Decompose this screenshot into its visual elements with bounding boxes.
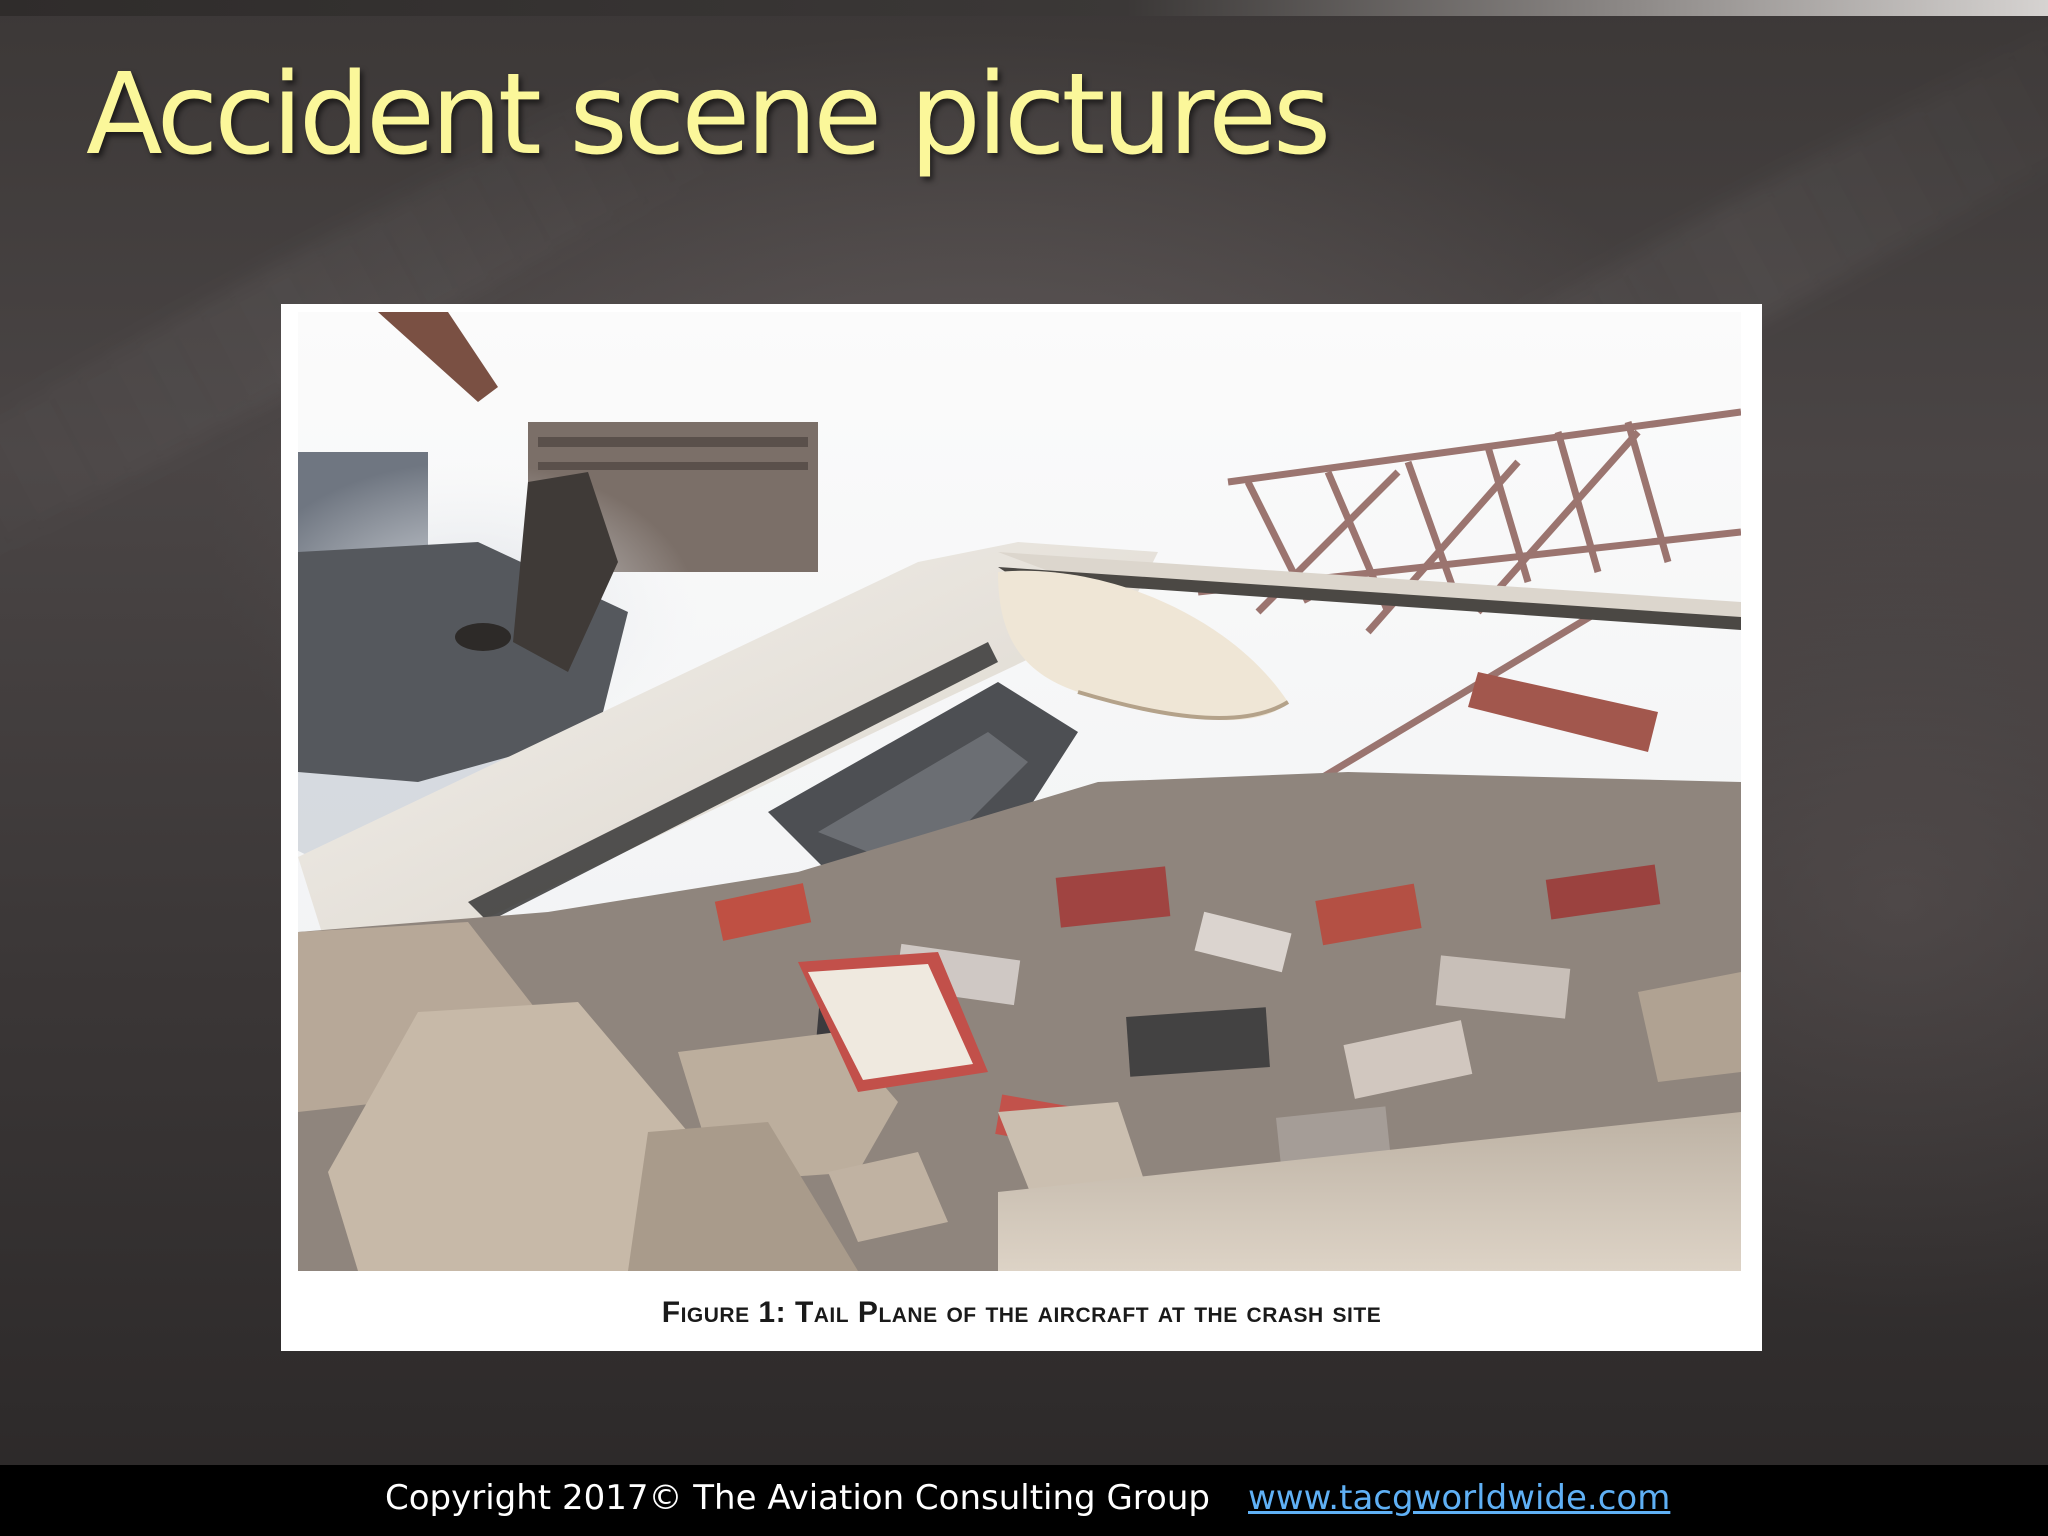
top-strip xyxy=(0,0,2048,16)
figure-caption: Figure 1: Tail Plane of the aircraft at … xyxy=(661,1296,1382,1329)
slide-title: Accident scene pictures xyxy=(86,50,1331,180)
footer-copyright: Copyright 2017© The Aviation Consulting … xyxy=(385,1478,1210,1518)
slide: Accident scene pictures Figure 1: Tail P… xyxy=(0,0,2048,1536)
footer-bar: Copyright 2017© The Aviation Consulting … xyxy=(0,1465,2048,1536)
footer-website-link[interactable]: www.tacgworldwide.com xyxy=(1248,1478,1670,1518)
figure-frame: Figure 1: Tail Plane of the aircraft at … xyxy=(281,304,1762,1351)
crash-site-photo xyxy=(298,312,1741,1271)
